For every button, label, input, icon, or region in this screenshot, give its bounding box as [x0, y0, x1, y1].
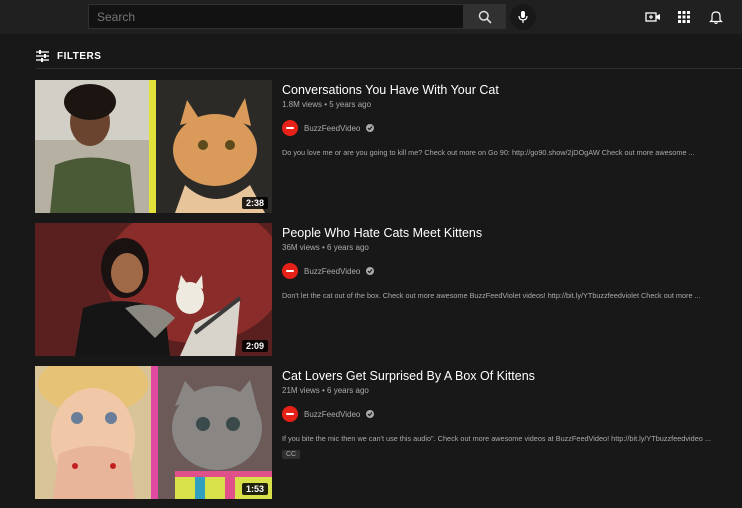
video-thumbnail[interactable]: 2:38 — [35, 80, 272, 213]
apps-button[interactable] — [674, 7, 694, 27]
search-button[interactable] — [463, 4, 506, 29]
video-info: People Who Hate Cats Meet Kittens 36M vi… — [282, 223, 740, 300]
thumbnail-image — [35, 366, 272, 499]
video-duration: 1:53 — [241, 483, 268, 495]
verified-icon — [366, 267, 375, 275]
filters-divider — [36, 68, 742, 69]
video-meta: 1.8M views • 5 years ago — [282, 100, 372, 109]
thumbnail-image — [35, 223, 272, 356]
video-description: If you bite the mic then we can't use th… — [282, 434, 711, 443]
create-video-icon — [645, 12, 660, 22]
filters-button[interactable]: FILTERS — [36, 50, 101, 62]
verified-icon — [366, 410, 375, 418]
video-thumbnail[interactable]: 2:09 — [35, 223, 272, 356]
filters-label: FILTERS — [57, 50, 102, 62]
video-result[interactable]: 2:09 People Who Hate Cats Meet Kittens 3… — [35, 223, 740, 356]
video-result[interactable]: 1:53 Cat Lovers Get Surprised By A Box O… — [35, 366, 740, 499]
thumbnail-image — [35, 80, 272, 213]
channel-avatar[interactable] — [282, 263, 298, 279]
video-title[interactable]: Conversations You Have With Your Cat — [282, 82, 740, 98]
video-title[interactable]: People Who Hate Cats Meet Kittens — [282, 225, 740, 241]
cc-badge: CC — [282, 450, 301, 459]
channel-name[interactable]: BuzzFeedVideo — [304, 267, 360, 276]
video-info: Conversations You Have With Your Cat 1.8… — [282, 80, 740, 157]
apps-icon — [678, 11, 690, 23]
video-description: Don't let the cat out of the box. Check … — [282, 291, 701, 300]
video-duration: 2:09 — [241, 340, 268, 352]
video-description: Do you love me or are you going to kill … — [282, 148, 695, 157]
channel-name[interactable]: BuzzFeedVideo — [304, 410, 360, 419]
video-meta: 36M views • 6 years ago — [282, 243, 369, 252]
mic-icon — [518, 11, 528, 23]
channel-row[interactable]: BuzzFeedVideo — [282, 120, 740, 136]
search-input[interactable] — [88, 4, 463, 29]
filter-icon — [36, 50, 49, 62]
channel-avatar[interactable] — [282, 120, 298, 136]
top-bar — [0, 0, 742, 34]
verified-icon — [366, 124, 375, 132]
channel-avatar[interactable] — [282, 406, 298, 422]
channel-row[interactable]: BuzzFeedVideo — [282, 406, 740, 422]
search-icon — [478, 10, 492, 24]
video-info: Cat Lovers Get Surprised By A Box Of Kit… — [282, 366, 740, 461]
channel-name[interactable]: BuzzFeedVideo — [304, 124, 360, 133]
channel-row[interactable]: BuzzFeedVideo — [282, 263, 740, 279]
video-thumbnail[interactable]: 1:53 — [35, 366, 272, 499]
video-title[interactable]: Cat Lovers Get Surprised By A Box Of Kit… — [282, 368, 740, 384]
video-duration: 2:38 — [241, 197, 268, 209]
video-result[interactable]: 2:38 Conversations You Have With Your Ca… — [35, 80, 740, 213]
voice-search-button[interactable] — [510, 4, 536, 30]
notifications-button[interactable] — [706, 7, 726, 27]
search-box — [88, 4, 506, 29]
bell-icon — [709, 10, 723, 24]
search-results: FILTERS 2:38 Conversations You Have With… — [6, 34, 742, 508]
video-meta: 21M views • 6 years ago — [282, 386, 369, 395]
create-button[interactable] — [643, 7, 663, 27]
